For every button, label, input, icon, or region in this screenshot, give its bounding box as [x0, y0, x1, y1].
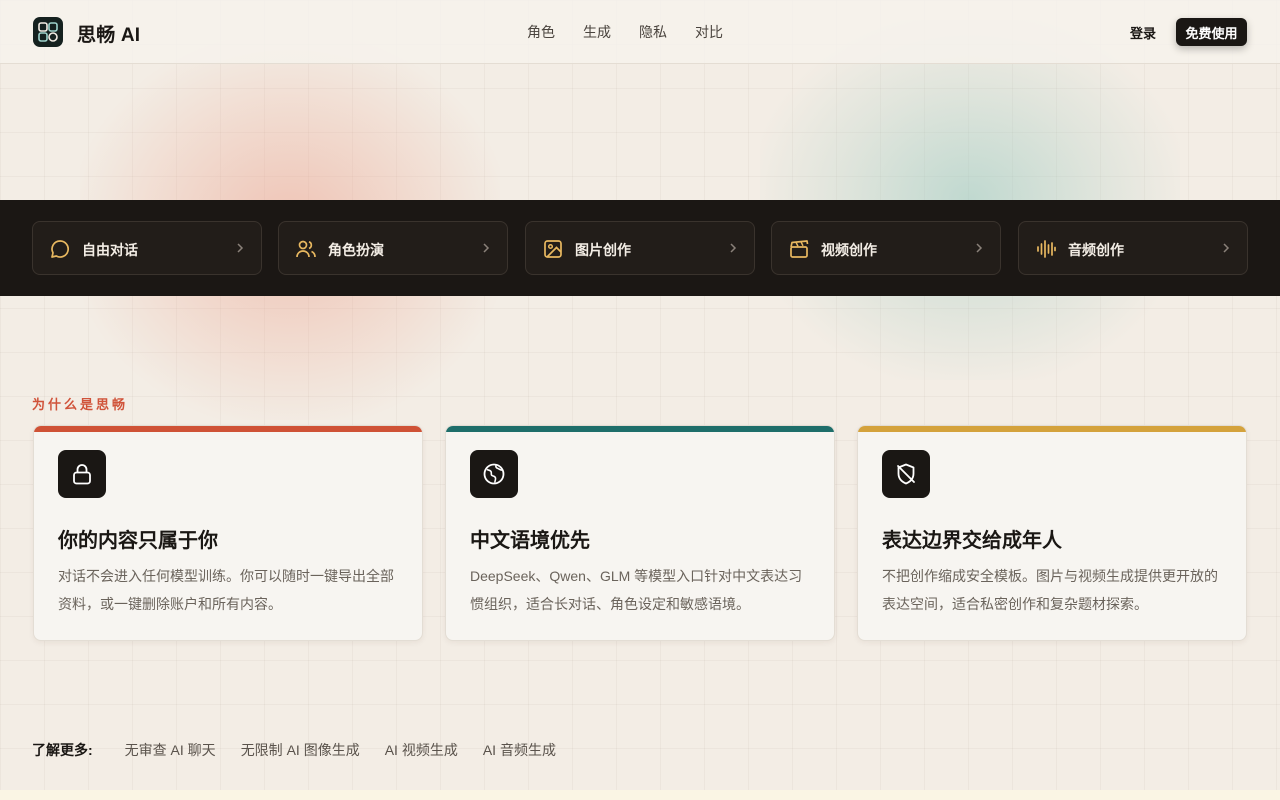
tool-card-video[interactable]: 视频创作 [771, 221, 1001, 275]
chat-bubble-icon [51, 240, 69, 258]
image-icon [544, 240, 562, 258]
card-accent-bar [446, 426, 834, 432]
clapperboard-icon [790, 240, 809, 258]
card-title: 中文语境优先 [470, 530, 590, 552]
card-accent-bar [34, 426, 422, 432]
link-audio-generation[interactable]: AI 音频生成 [483, 740, 556, 760]
card-accent-bar [858, 426, 1246, 432]
chevron-right-icon [730, 243, 737, 253]
card-description: 对话不会进入任何模型训练。你可以随时一键导出全部资料，或一键删除账户和所有内容。 [58, 568, 394, 612]
audio-wave-icon [1037, 240, 1056, 258]
brand-logo-icon[interactable] [33, 17, 63, 47]
tool-card-chat[interactable]: 自由对话 [32, 221, 262, 275]
link-video-generation[interactable]: AI 视频生成 [385, 740, 458, 760]
nav-link-compare[interactable]: 对比 [695, 22, 723, 42]
link-unlimited-image[interactable]: 无限制 AI 图像生成 [241, 740, 360, 760]
card-description: 不把创作缩成安全模板。图片与视频生成提供更开放的表达空间，适合私密创作和复杂题材… [882, 568, 1218, 612]
tool-label: 角色扮演 [328, 242, 384, 258]
tools-band: 自由对话 角色扮演 图片创作 视频创作 音频创作 [0, 200, 1280, 296]
nav-link-privacy[interactable]: 隐私 [639, 22, 667, 42]
bottom-strip [0, 790, 1280, 800]
feature-card-boundaries: 表达边界交给成年人 不把创作缩成安全模板。图片与视频生成提供更开放的表达空间，适… [857, 425, 1247, 641]
card-title: 你的内容只属于你 [58, 530, 218, 552]
chevron-right-icon [483, 243, 490, 253]
tool-label: 自由对话 [82, 242, 138, 258]
tool-label: 音频创作 [1068, 242, 1124, 258]
link-uncensored-chat[interactable]: 无审查 AI 聊天 [125, 740, 216, 760]
tool-card-roleplay[interactable]: 角色扮演 [278, 221, 508, 275]
card-title: 表达边界交给成年人 [882, 530, 1062, 552]
brand-name[interactable]: 思畅 AI [77, 20, 140, 47]
main-nav: 角色 生成 隐私 对比 [527, 22, 723, 42]
top-header: 思畅 AI 角色 生成 隐私 对比 登录 免费使用 [0, 0, 1280, 64]
tool-card-audio[interactable]: 音频创作 [1018, 221, 1248, 275]
nav-link-generate[interactable]: 生成 [583, 22, 611, 42]
nav-link-roles[interactable]: 角色 [527, 22, 555, 42]
chevron-right-icon [1223, 243, 1230, 253]
feature-card-chinese: 中文语境优先 DeepSeek、Qwen、GLM 等模型入口针对中文表达习惯组织… [445, 425, 835, 641]
users-icon [296, 240, 316, 258]
section-eyebrow: 为什么是思畅 [32, 397, 129, 412]
learn-more-label: 了解更多: [32, 742, 93, 758]
login-link[interactable]: 登录 [1130, 23, 1156, 42]
chevron-right-icon [976, 243, 983, 253]
learn-more-links: 了解更多: 无审查 AI 聊天 无限制 AI 图像生成 AI 视频生成 AI 音… [32, 740, 581, 760]
tool-label: 图片创作 [575, 242, 631, 258]
card-description: DeepSeek、Qwen、GLM 等模型入口针对中文表达习惯组织，适合长对话、… [470, 568, 803, 612]
lock-icon [58, 450, 106, 498]
background-grid [0, 0, 1280, 800]
chevron-right-icon [237, 243, 244, 253]
shield-off-icon [882, 450, 930, 498]
feature-card-privacy: 你的内容只属于你 对话不会进入任何模型训练。你可以随时一键导出全部资料，或一键删… [33, 425, 423, 641]
tool-card-image[interactable]: 图片创作 [525, 221, 755, 275]
free-use-button[interactable]: 免费使用 [1176, 18, 1247, 46]
globe-icon [470, 450, 518, 498]
tool-label: 视频创作 [821, 242, 877, 258]
